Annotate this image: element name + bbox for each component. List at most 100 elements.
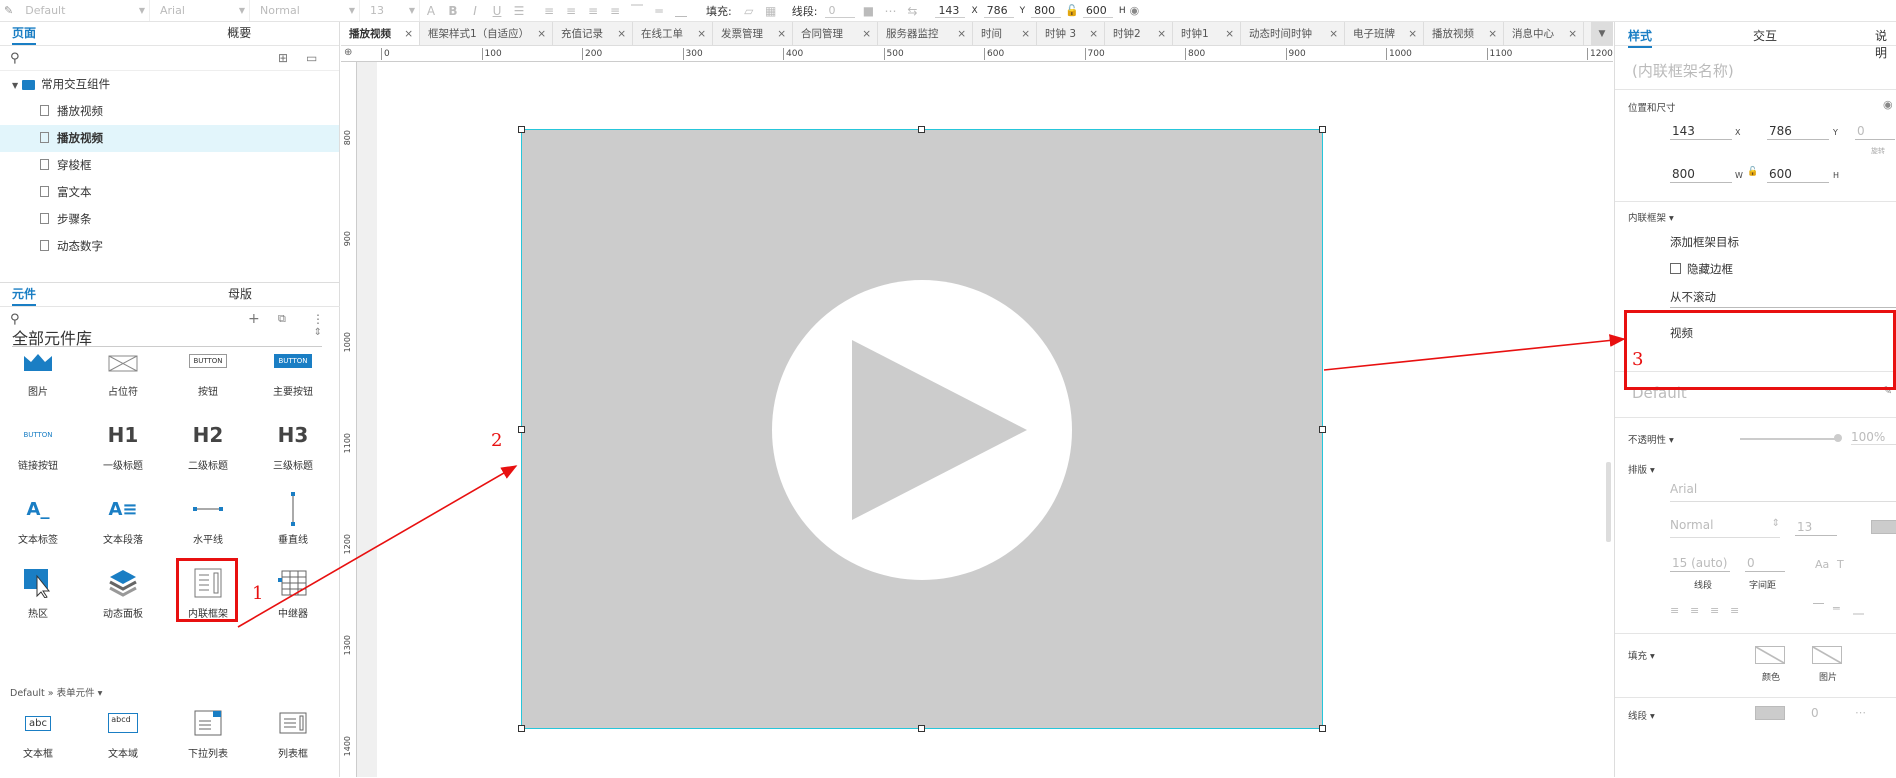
h-input[interactable]: 600: [1767, 165, 1829, 183]
line-height-input[interactable]: 15 (auto): [1670, 554, 1730, 572]
letter-spacing-input[interactable]: 0: [1745, 554, 1785, 572]
add-folder-icon[interactable]: ▭: [306, 51, 317, 65]
tab-style[interactable]: 样式: [1628, 27, 1653, 48]
opacity-slider[interactable]: [1740, 438, 1840, 440]
close-icon[interactable]: ×: [529, 22, 546, 45]
resize-handle[interactable]: [1319, 126, 1326, 133]
hide-border-checkbox[interactable]: [1670, 263, 1681, 274]
x-input[interactable]: 143: [1670, 122, 1732, 140]
inline-frame-label[interactable]: 内联框架 ▾: [1628, 210, 1674, 224]
lock-ratio-icon[interactable]: 🔓: [1747, 167, 1758, 177]
widget-hotspot[interactable]: 热区: [3, 563, 73, 620]
resize-handle[interactable]: [918, 725, 925, 732]
close-icon[interactable]: ×: [396, 22, 413, 45]
valign-bottom-icon[interactable]: ⎽: [670, 3, 692, 18]
weight-select[interactable]: Normal ▼: [250, 0, 360, 21]
list-item[interactable]: 步骤条: [0, 206, 339, 233]
close-icon[interactable]: ×: [1400, 22, 1417, 45]
resize-handle[interactable]: [518, 725, 525, 732]
align-left-icon[interactable]: ≡: [538, 4, 560, 18]
font-color-swatch[interactable]: [1871, 520, 1896, 534]
valign-middle-icon[interactable]: ═: [648, 4, 670, 18]
close-icon[interactable]: ×: [949, 22, 966, 45]
text-align-left-icon[interactable]: ≡: [1670, 604, 1679, 617]
widget-link-button[interactable]: BUTTON 链接按钮: [3, 415, 73, 472]
valign-top-icon[interactable]: ⎺: [626, 3, 648, 18]
widget-textarea[interactable]: abcd 文本域: [88, 703, 158, 760]
widget-paragraph[interactable]: A≡ 文本段落: [88, 489, 158, 547]
tree-folder[interactable]: ▼ 常用交互组件: [0, 71, 339, 98]
style-editor-icon[interactable]: ✎: [4, 4, 13, 17]
w-input[interactable]: 800: [1670, 165, 1732, 183]
close-icon[interactable]: ×: [689, 22, 706, 45]
doc-tab[interactable]: 时间 ×: [973, 22, 1037, 45]
widget-dropdown[interactable]: 下拉列表: [173, 703, 243, 760]
add-page-icon[interactable]: ⊞: [278, 51, 288, 65]
widget-textbox[interactable]: abc 文本框: [3, 703, 73, 760]
stroke-color-swatch[interactable]: [1755, 706, 1785, 720]
bullet-list-icon[interactable]: ☰: [508, 4, 530, 18]
doc-tab[interactable]: 动态时间时钟 ×: [1241, 22, 1345, 45]
fill-color-icon[interactable]: ▱: [738, 4, 760, 18]
doc-tab[interactable]: 在线工单 ×: [633, 22, 713, 45]
align-center-icon[interactable]: ≡: [560, 4, 582, 18]
resize-handle[interactable]: [518, 426, 525, 433]
font-select[interactable]: Arial ▼: [150, 0, 250, 21]
eye-icon[interactable]: ◉: [1130, 4, 1140, 17]
resize-handle[interactable]: [1319, 426, 1326, 433]
style-select[interactable]: ✎ Default ▼: [0, 0, 150, 21]
doc-tab[interactable]: 电子班牌 ×: [1345, 22, 1424, 45]
doc-tab[interactable]: 时钟2 ×: [1105, 22, 1173, 45]
doc-tab[interactable]: 消息中心 ×: [1504, 22, 1584, 45]
list-item[interactable]: 播放视频: [0, 98, 339, 125]
scroll-select[interactable]: 从不滚动: [1670, 286, 1896, 308]
bold-icon[interactable]: B: [442, 4, 464, 18]
text-align-right-icon[interactable]: ≡: [1710, 604, 1719, 617]
rotation-input[interactable]: 0: [1855, 122, 1895, 140]
doc-tab[interactable]: 服务器监控 ×: [878, 22, 973, 45]
widget-dynamic-panel[interactable]: 动态面板: [88, 563, 158, 620]
widget-horizontal-line[interactable]: 水平线: [173, 489, 243, 546]
doc-tab[interactable]: 充值记录 ×: [553, 22, 633, 45]
opacity-input[interactable]: 100%: [1851, 430, 1896, 445]
fill-color-swatch[interactable]: [1755, 646, 1785, 664]
close-icon[interactable]: ×: [1149, 22, 1166, 45]
doc-tab[interactable]: 框架样式1（自适应） ×: [420, 22, 553, 45]
widget-button[interactable]: BUTTON 按钮: [173, 341, 243, 398]
resize-handle[interactable]: [918, 126, 925, 133]
tab-pages[interactable]: 页面: [0, 21, 170, 45]
widget-h1[interactable]: H1 一级标题: [88, 415, 158, 472]
close-icon[interactable]: ×: [1560, 22, 1577, 45]
add-frame-target-link[interactable]: 添加框架目标: [1670, 234, 1739, 250]
text-align-center-icon[interactable]: ≡: [1690, 604, 1699, 617]
tab-interactions[interactable]: 交互: [1753, 27, 1777, 44]
justify-icon[interactable]: ≡: [604, 4, 626, 18]
doc-tab[interactable]: 发票管理 ×: [713, 22, 793, 45]
toolbar-w-input[interactable]: 800: [1031, 4, 1062, 18]
widget-primary-button[interactable]: BUTTON 主要按钮: [258, 341, 328, 398]
underline-icon[interactable]: U: [486, 4, 508, 18]
fill-image-icon[interactable]: ▦: [760, 4, 782, 18]
stroke-width-input[interactable]: 0: [825, 4, 856, 18]
doc-tab[interactable]: 播放视频 ×: [341, 22, 420, 45]
stroke-section-label[interactable]: 线段 ▾: [1628, 708, 1655, 722]
font-color-icon[interactable]: A: [420, 4, 442, 18]
form-section-header[interactable]: Default » 表单元件 ▾: [10, 685, 102, 699]
caret-down-icon[interactable]: ▼: [12, 81, 18, 90]
widget-name-input[interactable]: (内联框架名称): [1632, 60, 1734, 81]
widget-image[interactable]: 图片: [3, 341, 73, 398]
italic-icon[interactable]: I: [464, 4, 486, 18]
text-shadow-icon[interactable]: T: [1837, 558, 1844, 571]
widget-repeater[interactable]: 中继器: [258, 563, 328, 620]
font-family-select[interactable]: Arial: [1670, 482, 1896, 502]
stroke-width-input[interactable]: 0: [1811, 706, 1819, 720]
doc-tab[interactable]: 播放视频 ×: [1424, 22, 1504, 45]
align-right-icon[interactable]: ≡: [582, 4, 604, 18]
font-size-input[interactable]: 13: [1795, 518, 1837, 536]
inline-frame-widget[interactable]: [518, 126, 1326, 732]
toolbar-h-input[interactable]: 600: [1082, 4, 1113, 18]
widget-vertical-line[interactable]: 垂直线: [258, 489, 328, 546]
library-icon[interactable]: ⧉: [278, 312, 286, 326]
doc-tab[interactable]: 时钟 3 ×: [1037, 22, 1105, 45]
toolbar-y-input[interactable]: 786: [983, 4, 1014, 18]
